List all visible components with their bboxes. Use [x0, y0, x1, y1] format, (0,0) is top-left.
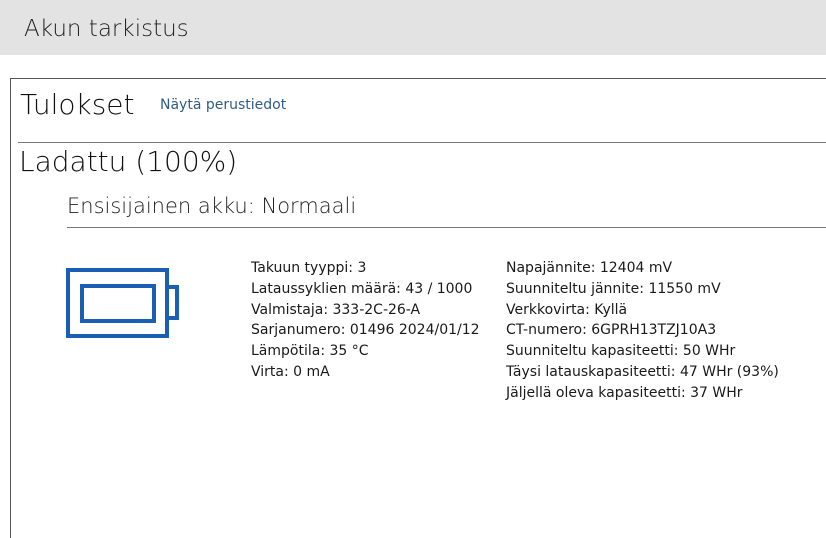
results-title: Tulokset	[20, 88, 135, 121]
show-basic-info-link[interactable]: Näytä perustiedot	[160, 97, 286, 113]
window-title: Akun tarkistus	[24, 16, 189, 42]
ac-power: Verkkovirta: Kyllä	[506, 301, 628, 318]
current: Virta: 0 mA	[251, 363, 330, 380]
ct-number: CT-numero: 6GPRH13TZJ10A3	[506, 322, 717, 339]
remaining-capacity: Jäljellä oleva kapasiteetti: 37 WHr	[506, 384, 743, 401]
manufacturer: Valmistaja: 333-2C-26-A	[251, 301, 421, 318]
design-capacity: Suunniteltu kapasiteetti: 50 WHr	[506, 343, 736, 360]
terminal-voltage: Napajännite: 12404 mV	[506, 260, 673, 276]
battery-details-left: Takuun tyyppi: 3 Lataussyklien määrä: 43…	[251, 258, 480, 383]
cycle-count: Lataussyklien määrä: 43 / 1000	[251, 280, 473, 297]
warranty-type: Takuun tyyppi: 3	[251, 260, 367, 276]
divider	[67, 227, 826, 228]
battery-details-right: Napajännite: 12404 mV Suunniteltu jännit…	[506, 258, 779, 404]
battery-icon	[66, 268, 179, 338]
serial-number: Sarjanumero: 01496 2024/01/12	[251, 322, 480, 339]
full-charge-capacity: Täysi latauskapasiteetti: 47 WHr (93%)	[506, 363, 779, 380]
divider	[18, 142, 826, 143]
primary-battery-heading: Ensisijainen akku: Normaali	[67, 194, 357, 218]
charge-status: Ladattu (100%)	[19, 145, 238, 178]
title-bar: Akun tarkistus	[0, 0, 826, 55]
temperature: Lämpötila: 35 °C	[251, 343, 369, 360]
design-voltage: Suunniteltu jännite: 11550 mV	[506, 280, 721, 297]
